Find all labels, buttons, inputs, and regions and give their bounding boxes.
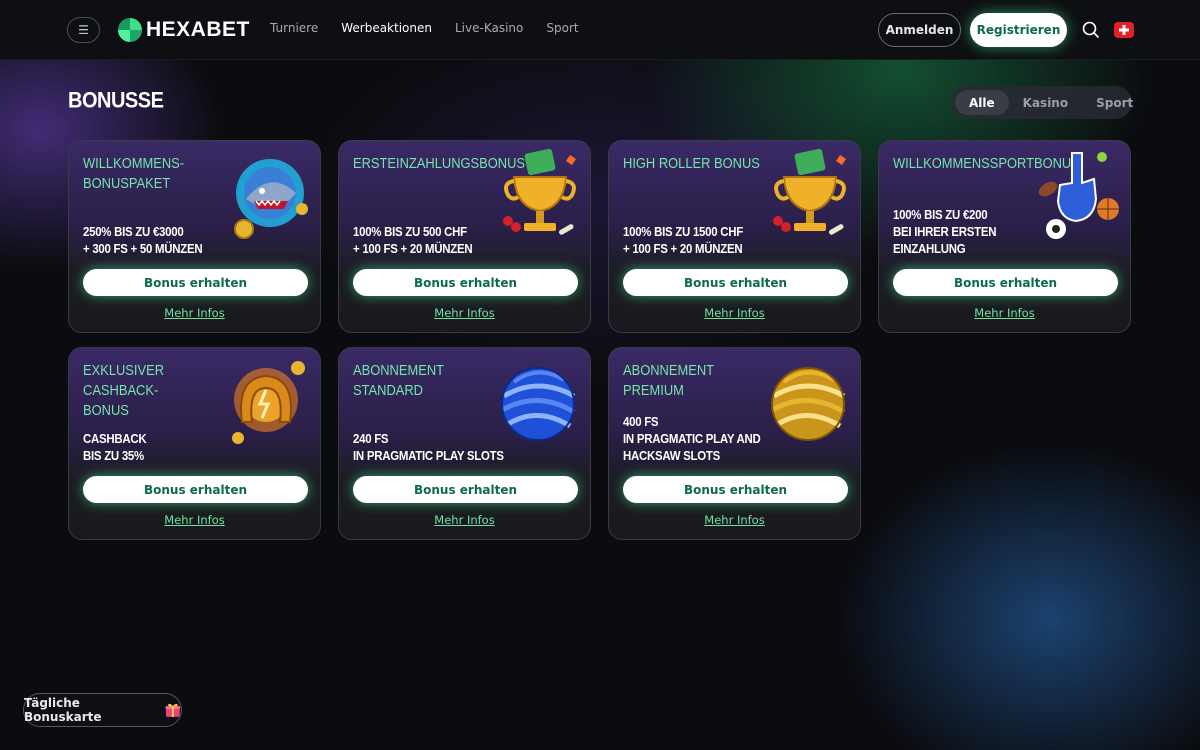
- login-button[interactable]: Anmelden: [878, 13, 961, 47]
- more-info-link[interactable]: Mehr Infos: [879, 306, 1130, 320]
- swiss-flag-icon[interactable]: [1114, 22, 1134, 38]
- nav-item-werbeaktionen[interactable]: Werbeaktionen: [341, 21, 432, 35]
- page-title: BONUSSE: [68, 88, 164, 114]
- bonus-card-offer: 100% BIS ZU €200 BEI IHRER ERSTEN EINZAH…: [893, 207, 997, 256]
- bonus-card: EXKLUSIVER CASHBACK- BONUS CASHBACK BIS …: [68, 347, 321, 540]
- nav-item-turniere[interactable]: Turniere: [270, 21, 318, 35]
- get-bonus-button[interactable]: Bonus erhalten: [893, 269, 1118, 296]
- bonus-card-offer: 400 FS IN PRAGMATIC PLAY AND HACKSAW SLO…: [623, 414, 761, 463]
- bonus-card-title: HIGH ROLLER BONUS: [623, 155, 760, 172]
- bonus-card-offer: 100% BIS ZU 500 CHF + 100 FS + 20 MÜNZEN: [353, 224, 473, 256]
- bonus-card: ABONNEMENT STANDARD 240 FS IN PRAGMATIC …: [338, 347, 591, 540]
- bonus-card-title: EXKLUSIVER CASHBACK- BONUS: [83, 362, 165, 419]
- filter-tab-alle[interactable]: Alle: [955, 90, 1009, 115]
- more-info-link[interactable]: Mehr Infos: [69, 513, 320, 527]
- daily-bonus-card-button[interactable]: Tägliche Bonuskarte: [23, 693, 182, 727]
- bonus-card-title: ABONNEMENT PREMIUM: [623, 362, 714, 399]
- bonus-card-offer: 100% BIS ZU 1500 CHF + 100 FS + 20 MÜNZE…: [623, 224, 743, 256]
- more-info-link[interactable]: Mehr Infos: [339, 513, 590, 527]
- daily-bonus-card-label: Tägliche Bonuskarte: [24, 696, 102, 724]
- bonus-card: ABONNEMENT PREMIUM 400 FS IN PRAGMATIC P…: [608, 347, 861, 540]
- bonus-card-title: WILLKOMMENS- BONUSPAKET: [83, 155, 185, 192]
- get-bonus-button[interactable]: Bonus erhalten: [353, 269, 578, 296]
- bonus-card-offer: 240 FS IN PRAGMATIC PLAY SLOTS: [353, 431, 504, 463]
- get-bonus-button[interactable]: Bonus erhalten: [83, 476, 308, 503]
- bonus-card-offer: CASHBACK BIS ZU 35%: [83, 431, 147, 463]
- get-bonus-button[interactable]: Bonus erhalten: [623, 269, 848, 296]
- bonus-grid: WILLKOMMENS- BONUSPAKET 250% BIS ZU €300…: [68, 140, 1131, 540]
- bonus-card-title: WILLKOMMENSSPORTBONU: [893, 155, 1072, 172]
- nav-item-live-kasino[interactable]: Live-Kasino: [455, 21, 523, 35]
- register-button[interactable]: Registrieren: [970, 13, 1067, 47]
- bonus-card-title: ABONNEMENT STANDARD: [353, 362, 444, 399]
- top-header: ☰ HEXABET Turniere Werbeaktionen Live-Ka…: [0, 0, 1200, 60]
- filter-tab-sport[interactable]: Sport: [1082, 90, 1147, 115]
- bonus-card: HIGH ROLLER BONUS 100% BIS ZU 1500 CHF +…: [608, 140, 861, 333]
- filter-tab-kasino[interactable]: Kasino: [1009, 90, 1082, 115]
- nav-item-sport[interactable]: Sport: [546, 21, 578, 35]
- hamburger-menu-button[interactable]: ☰: [67, 17, 100, 43]
- bonus-card: WILLKOMMENS- BONUSPAKET 250% BIS ZU €300…: [68, 140, 321, 333]
- bonus-card: WILLKOMMENSSPORTBONU 100% BIS ZU €200 BE…: [878, 140, 1131, 333]
- main-nav: Turniere Werbeaktionen Live-Kasino Sport: [270, 21, 579, 35]
- logo[interactable]: HEXABET: [118, 17, 250, 43]
- more-info-link[interactable]: Mehr Infos: [609, 306, 860, 320]
- bonus-filter: Alle Kasino Sport: [951, 86, 1133, 119]
- bonus-card: ERSTEINZAHLUNGSBONUS 100% BIS ZU 500 CHF…: [338, 140, 591, 333]
- more-info-link[interactable]: Mehr Infos: [339, 306, 590, 320]
- search-icon[interactable]: [1082, 21, 1099, 38]
- more-info-link[interactable]: Mehr Infos: [609, 513, 860, 527]
- logo-text: HEXABET: [146, 18, 250, 41]
- get-bonus-button[interactable]: Bonus erhalten: [83, 269, 308, 296]
- bonus-card-title: ERSTEINZAHLUNGSBONUS: [353, 155, 526, 172]
- logo-mark-icon: [118, 18, 142, 42]
- hamburger-icon: ☰: [78, 23, 89, 37]
- get-bonus-button[interactable]: Bonus erhalten: [623, 476, 848, 503]
- bonus-card-offer: 250% BIS ZU €3000 + 300 FS + 50 MÜNZEN: [83, 224, 203, 256]
- more-info-link[interactable]: Mehr Infos: [69, 306, 320, 320]
- get-bonus-button[interactable]: Bonus erhalten: [353, 476, 578, 503]
- gift-icon: [165, 703, 181, 717]
